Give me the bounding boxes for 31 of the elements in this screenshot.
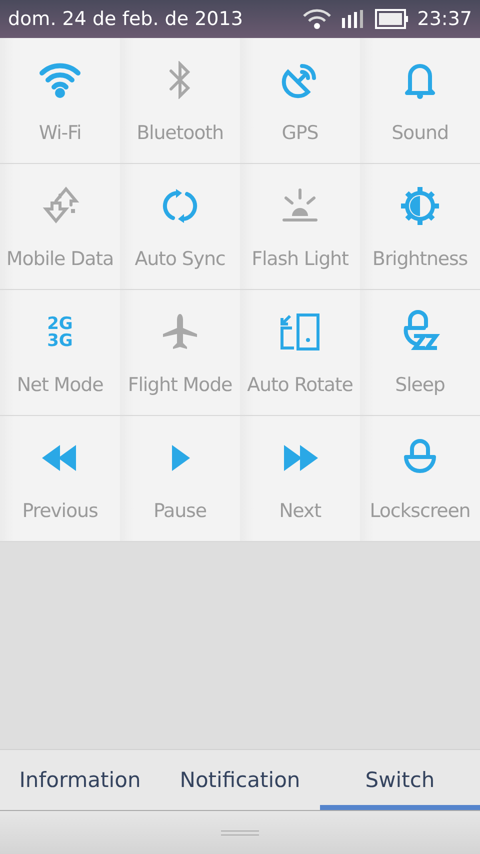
toggle-tile[interactable]: 2G 3G Net Mode bbox=[0, 290, 120, 416]
drag-handle-icon[interactable] bbox=[221, 830, 259, 836]
toggle-tile[interactable]: Lockscreen bbox=[360, 416, 480, 542]
status-date: dom. 24 de feb. de 2013 bbox=[8, 8, 243, 30]
battery-icon bbox=[375, 8, 410, 30]
toggle-tile[interactable]: Mobile Data bbox=[0, 164, 120, 290]
wifi-icon bbox=[38, 61, 82, 99]
toggle-tile[interactable]: Auto Rotate bbox=[240, 290, 360, 416]
brightness-gear-icon bbox=[399, 185, 441, 227]
bluetooth-icon bbox=[167, 61, 193, 99]
toggle-tile[interactable]: Flash Light bbox=[240, 164, 360, 290]
network-mode-icon: 2G 3G bbox=[43, 312, 77, 352]
toggle-tile[interactable]: Flight Mode bbox=[120, 290, 240, 416]
toggle-tile[interactable]: Sound bbox=[360, 38, 480, 164]
tab[interactable]: Information bbox=[0, 750, 160, 810]
flash-light-icon bbox=[280, 188, 320, 224]
tab[interactable]: Notification bbox=[160, 750, 320, 810]
toggle-tile[interactable]: GPS bbox=[240, 38, 360, 164]
toggle-tile[interactable]: Next bbox=[240, 416, 360, 542]
wifi-signal-icon bbox=[301, 8, 334, 30]
toggle-tile[interactable]: Pause bbox=[120, 416, 240, 542]
toggle-tile[interactable]: Bluetooth bbox=[120, 38, 240, 164]
toggle-tile[interactable]: Wi-Fi bbox=[0, 38, 120, 164]
sync-icon bbox=[161, 186, 199, 226]
rotate-screen-icon bbox=[278, 312, 322, 352]
toggle-tile[interactable]: Auto Sync bbox=[120, 164, 240, 290]
airplane-icon bbox=[161, 312, 199, 352]
toggle-tile[interactable]: Sleep bbox=[360, 290, 480, 416]
status-time: 23:37 bbox=[417, 8, 472, 30]
toggle-tile[interactable]: Brightness bbox=[360, 164, 480, 290]
toggle-tile[interactable]: Previous bbox=[0, 416, 120, 542]
